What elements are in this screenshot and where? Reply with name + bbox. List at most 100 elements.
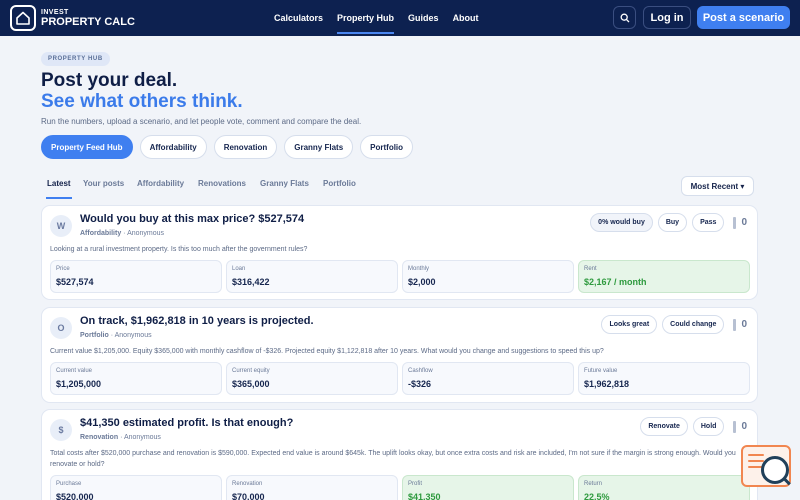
stat-loan: Loan $316,422 (226, 260, 398, 293)
pill-granny-flats[interactable]: Granny Flats (284, 135, 354, 159)
stat-value: 22.5% (584, 492, 610, 500)
search-icon (620, 13, 629, 22)
post-category: Renovation (80, 434, 119, 441)
stat-value: -$326 (408, 379, 432, 389)
pass-button[interactable]: Pass (692, 213, 725, 232)
post-actions: Looks great Could change 0 (596, 315, 747, 334)
vote-bar-icon (733, 318, 737, 331)
stat-label: Current equity (232, 368, 270, 374)
stat-renovation: Renovation $70,000 (226, 475, 398, 500)
site-logo[interactable]: INVEST PROPERTY CALC (10, 5, 135, 31)
tab-portfolio[interactable]: Portfolio (323, 179, 356, 188)
post-title[interactable]: On track, $1,962,818 in 10 years is proj… (80, 315, 314, 327)
stat-label: Purchase (56, 481, 82, 487)
post-category: Portfolio (80, 332, 109, 339)
logo-small-text: INVEST (41, 8, 69, 16)
stat-value: $2,000 (408, 277, 436, 287)
sort-dropdown[interactable]: Most Recent ▾ (681, 176, 754, 196)
tab-renovations[interactable]: Renovations (198, 179, 246, 188)
top-navbar: INVEST PROPERTY CALC Calculators Propert… (0, 0, 800, 36)
stat-value: $365,000 (232, 379, 270, 389)
stat-rent: Rent $2,167 / month (578, 260, 750, 293)
post-card[interactable]: W Would you buy at this max price? $527,… (41, 205, 758, 300)
post-meta: Renovation · Anonymous (80, 434, 161, 441)
vote-bar-icon (733, 420, 737, 433)
buy-button[interactable]: Buy (657, 213, 688, 232)
post-card[interactable]: O On track, $1,962,818 in 10 years is pr… (41, 307, 758, 403)
vote-number: 0 (741, 217, 747, 228)
vote-count: 0 (733, 318, 747, 331)
house-icon (10, 5, 36, 31)
tab-latest[interactable]: Latest (46, 179, 72, 199)
stat-price: Price $527,574 (50, 260, 222, 293)
stat-label: Loan (232, 266, 246, 272)
stat-return: Return 22.5% (578, 475, 750, 500)
vote-number: 0 (741, 319, 747, 330)
vote-number: 0 (741, 421, 747, 432)
could-change-button[interactable]: Could change (662, 315, 725, 334)
post-stats: Current value $1,205,000 Current equity $3… (50, 362, 750, 395)
post-title[interactable]: Would you buy at this max price? $527,57… (80, 213, 304, 225)
stat-current-equity: Current equity $365,000 (226, 362, 398, 395)
stat-current-value: Current value $1,205,000 (50, 362, 222, 395)
post-scenario-button[interactable]: Post a scenario (697, 6, 790, 29)
stat-value: $41,350 (408, 492, 441, 500)
post-description: Current value $1,205,000. Equity $365,00… (50, 348, 604, 355)
stat-label: Future value (584, 368, 618, 374)
stat-value: $70,000 (232, 492, 265, 500)
section-badge: PROPERTY HUB (41, 52, 110, 66)
nav-property-hub[interactable]: Property Hub (337, 0, 395, 36)
vote-count: 0 (733, 216, 747, 229)
post-category: Affordability (80, 230, 122, 237)
stat-label: Cashflow (408, 368, 433, 374)
stat-value: $527,574 (56, 277, 94, 287)
nav-about[interactable]: About (453, 0, 479, 36)
post-title[interactable]: $41,350 estimated profit. Is that enough… (80, 417, 293, 429)
nav-guides[interactable]: Guides (408, 0, 439, 36)
stat-value: $2,167 / month (584, 277, 647, 287)
avatar: O (50, 317, 72, 339)
stat-value: $520,000 (56, 492, 94, 500)
category-pills: Property Feed Hub Affordability Renovati… (41, 135, 420, 159)
tab-granny-flats[interactable]: Granny Flats (260, 179, 309, 188)
stat-profit: Profit $41,350 (402, 475, 574, 500)
tab-affordability[interactable]: Affordability (137, 179, 184, 188)
nav-calculators[interactable]: Calculators (274, 0, 323, 36)
hero-title-line1: Post your deal. (41, 70, 178, 91)
post-meta: Affordability · Anonymous (80, 230, 165, 237)
post-meta: Portfolio · Anonymous (80, 332, 152, 339)
post-actions: 0% would buy Buy Pass 0 (585, 213, 747, 232)
post-description: Total costs after $520,000 purchase and … (50, 450, 736, 468)
stat-monthly: Monthly $2,000 (402, 260, 574, 293)
vote-bar-icon (733, 216, 737, 229)
stat-label: Price (56, 266, 70, 272)
pill-renovation[interactable]: Renovation (213, 135, 278, 159)
stat-cashflow: Cashflow -$326 (402, 362, 574, 395)
avatar: W (50, 215, 72, 237)
feed-tabs: Latest Your posts Affordability Renovati… (41, 173, 758, 200)
stat-label: Current value (56, 368, 93, 374)
post-stats: Price $527,574 Loan $316,422 Monthly $2,000… (50, 260, 750, 293)
pill-affordability[interactable]: Affordability (139, 135, 207, 159)
post-stats: Purchase $520,000 Renovation $70,000 Profi… (50, 475, 750, 500)
pill-property-feed-hub[interactable]: Property Feed Hub (41, 135, 133, 159)
stat-label: Profit (408, 481, 423, 487)
post-description: Looking at a rural investment property. … (50, 246, 308, 253)
post-card[interactable]: $ $41,350 estimated profit. Is that enou… (41, 409, 758, 500)
looks-great-button[interactable]: Looks great (601, 315, 658, 334)
hold-button[interactable]: Hold (692, 417, 725, 436)
renovate-button[interactable]: Renovate (640, 417, 688, 436)
stat-label: Monthly (408, 266, 430, 272)
main-nav: Calculators Property Hub Guides About (274, 0, 493, 36)
pill-portfolio[interactable]: Portfolio (360, 135, 414, 159)
login-button[interactable]: Log in (643, 6, 691, 29)
would-buy-percent: 0% would buy (590, 213, 653, 232)
logo-big-text: PROPERTY CALC (41, 15, 135, 28)
stat-future-value: Future value $1,962,818 (578, 362, 750, 395)
stat-value: $1,962,818 (584, 379, 630, 389)
search-button[interactable] (613, 6, 636, 29)
tab-your-posts[interactable]: Your posts (83, 179, 124, 188)
chat-search-icon[interactable] (741, 445, 791, 487)
stat-label: Rent (584, 266, 597, 272)
hero-title-line2: See what others think. (41, 91, 243, 112)
